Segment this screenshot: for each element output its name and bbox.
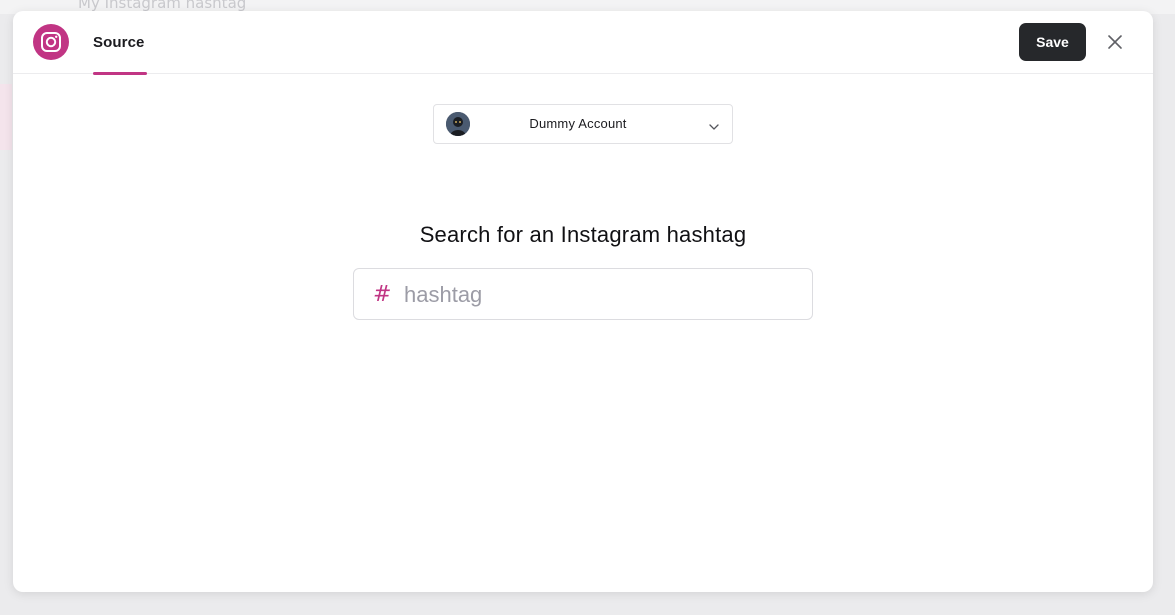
tab-source-label: Source [93,34,145,51]
source-modal: Source Save Dummy Account Search for an … [13,11,1153,592]
close-icon[interactable] [1103,32,1127,52]
hashtag-icon: # [373,282,392,307]
instagram-icon [33,24,69,60]
tab-active-indicator [93,72,147,75]
background-accent [0,84,12,150]
save-button[interactable]: Save [1019,23,1086,61]
account-name: Dummy Account [529,116,627,131]
search-heading: Search for an Instagram hashtag [419,222,747,247]
modal-header: Source Save [13,11,1153,75]
hashtag-input[interactable] [404,278,799,312]
account-selector[interactable]: Dummy Account [433,104,733,144]
hashtag-field[interactable]: # [353,268,813,320]
chevron-down-icon [708,118,720,130]
tab-source[interactable]: Source [93,11,147,75]
